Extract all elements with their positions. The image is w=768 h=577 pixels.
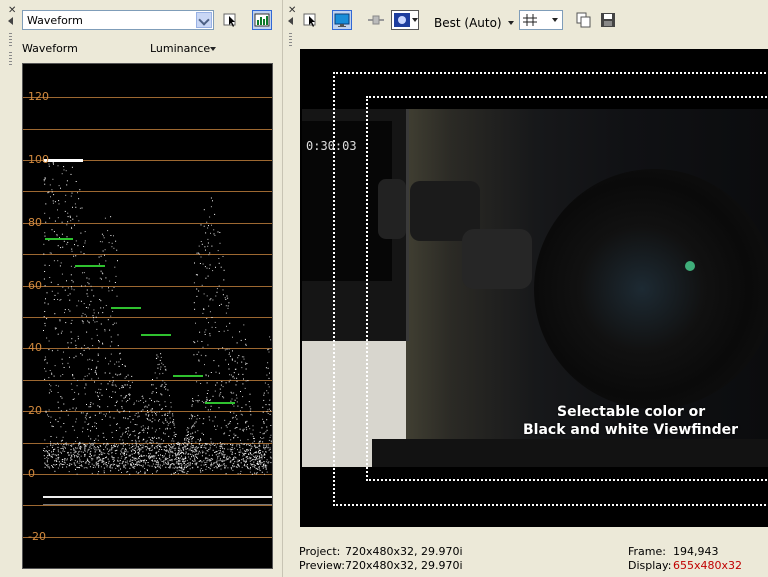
- chevron-down-icon[interactable]: [552, 18, 558, 22]
- chevron-down-icon[interactable]: [412, 18, 418, 22]
- blanking-line: [43, 496, 272, 498]
- pointer-icon: [303, 13, 316, 27]
- select-tool-button[interactable]: [221, 10, 241, 30]
- scale-label: 100: [28, 153, 49, 166]
- waveform-monitor: 120 100 80 60 40 20 0 -20: [22, 63, 273, 569]
- luminance-dropdown-label[interactable]: Luminance: [150, 42, 210, 55]
- save-snapshot-button[interactable]: [598, 10, 618, 30]
- scope-type-value: Waveform: [27, 14, 83, 27]
- reference-marker: [173, 375, 203, 377]
- gripper-icon[interactable]: [9, 52, 12, 66]
- scale-label: 120: [28, 90, 49, 103]
- split-screen-button[interactable]: [366, 10, 386, 30]
- project-value: 720x480x32, 29.970i: [345, 545, 463, 558]
- display-label: Display:: [628, 559, 672, 572]
- update-scopes-button[interactable]: [252, 10, 272, 30]
- save-icon: [601, 13, 615, 27]
- reference-marker: [141, 334, 171, 336]
- project-label: Project:: [299, 545, 341, 558]
- waveform-trace: [43, 159, 272, 475]
- preview-quality-label[interactable]: Best (Auto): [434, 16, 502, 30]
- scale-label: 60: [28, 279, 42, 292]
- external-monitor-button[interactable]: [332, 10, 352, 30]
- copy-snapshot-button[interactable]: [574, 10, 594, 30]
- chevron-down-icon[interactable]: [210, 47, 216, 51]
- split-view-icon: [368, 15, 384, 25]
- reference-marker: [111, 307, 141, 309]
- chevron-down-icon[interactable]: [196, 12, 212, 28]
- video-preview-panel: ✕ Best (Auto) 0:30:03 Selectable color o…: [288, 0, 768, 577]
- preview-status-bar: Project: 720x480x32, 29.970i Preview: 72…: [289, 543, 768, 577]
- copy-icon: [576, 12, 591, 28]
- preview-toolbar: Best (Auto): [289, 4, 768, 32]
- chevron-down-icon[interactable]: [508, 21, 514, 25]
- reference-marker: [205, 402, 235, 404]
- select-tool-button[interactable]: [301, 10, 321, 30]
- scale-label: 80: [28, 216, 42, 229]
- preview-label: Preview:: [299, 559, 345, 572]
- overlays-button[interactable]: [519, 10, 563, 30]
- reference-marker: [75, 265, 105, 267]
- video-scopes-panel: ✕ Waveform Waveform Luminance 120 100 80…: [0, 0, 282, 577]
- scale-label: 0: [28, 467, 35, 480]
- preview-mode-button[interactable]: [391, 10, 419, 30]
- frame-value: 194,943: [673, 545, 719, 558]
- circle-icon: [394, 13, 410, 27]
- blanking-line: [43, 504, 272, 505]
- collapse-left-icon[interactable]: [8, 17, 13, 25]
- gripper-icon[interactable]: [9, 33, 12, 47]
- monitor-icon: [334, 13, 350, 27]
- grid-icon: [523, 14, 537, 26]
- scope-type-dropdown[interactable]: Waveform: [22, 10, 214, 30]
- display-value: 655x480x32: [673, 559, 743, 572]
- video-preview[interactable]: 0:30:03 Selectable color or Black and wh…: [300, 49, 768, 527]
- close-scopes-icon[interactable]: ✕: [8, 5, 16, 16]
- reference-marker: [45, 238, 73, 240]
- title-safe-guide: [366, 96, 768, 481]
- gripper-icon[interactable]: [289, 33, 292, 47]
- histogram-icon: [254, 13, 270, 27]
- scale-label: -20: [28, 530, 46, 543]
- scope-title: Waveform: [22, 42, 78, 55]
- pointer-icon: [223, 13, 236, 27]
- scale-label: 40: [28, 341, 42, 354]
- frame-label: Frame:: [628, 545, 666, 558]
- preview-value: 720x480x32, 29.970i: [345, 559, 463, 572]
- scale-label: 20: [28, 404, 42, 417]
